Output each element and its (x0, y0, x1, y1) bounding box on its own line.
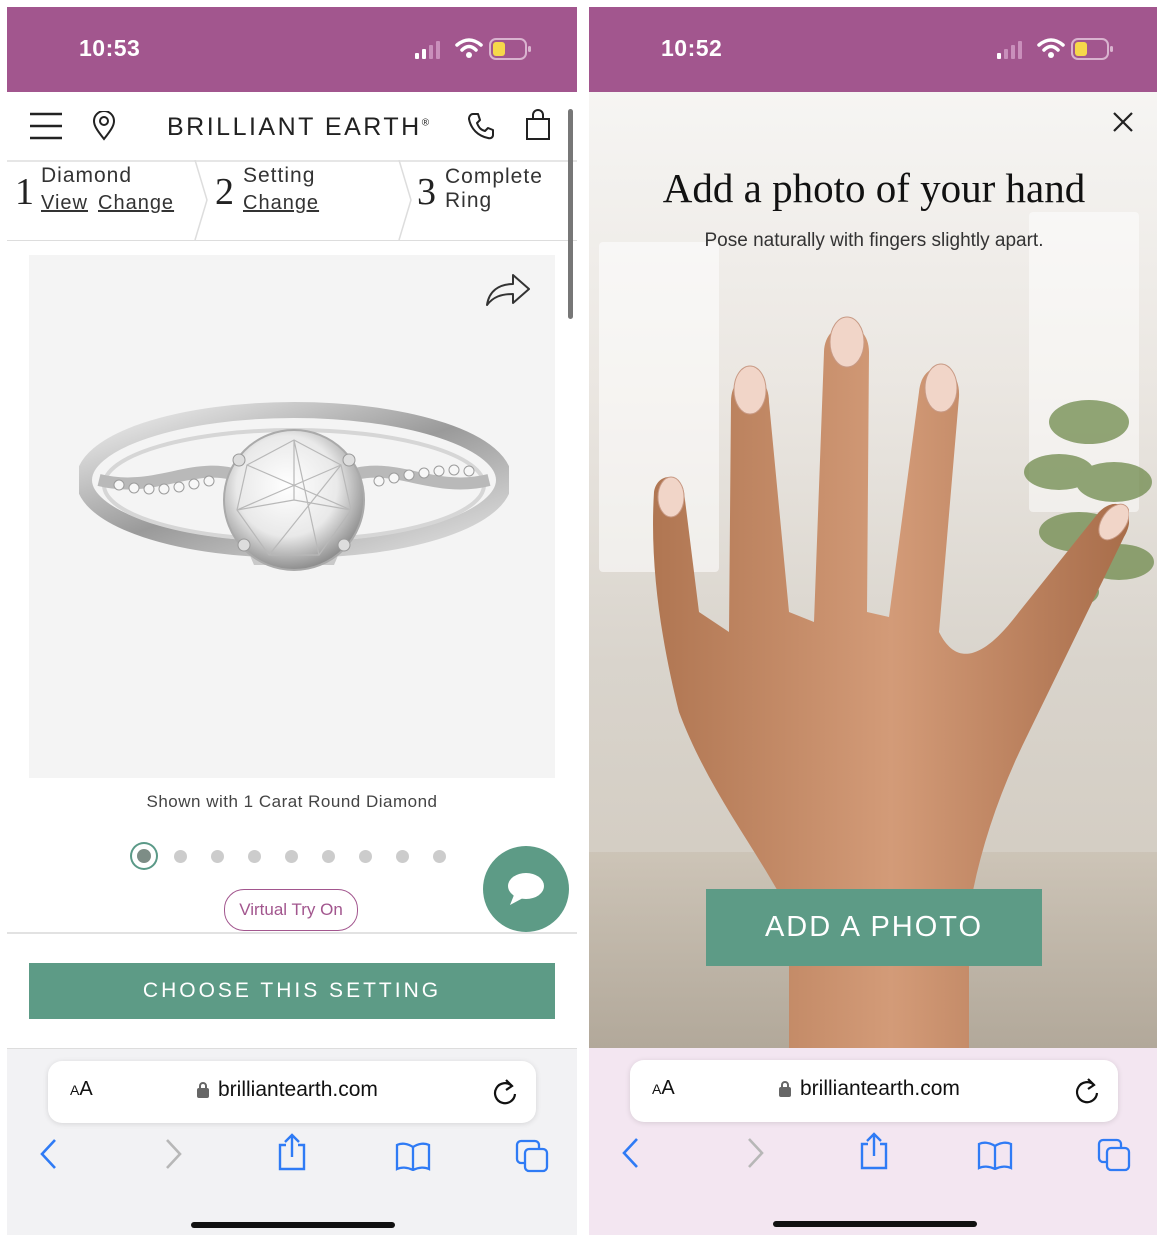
signal-icon (415, 41, 440, 59)
text-size-button[interactable]: AA (70, 1078, 93, 1101)
location-pin-icon[interactable] (92, 111, 116, 141)
address-bar[interactable]: AA brilliantearth.com (48, 1061, 536, 1123)
carousel-dot[interactable] (396, 850, 409, 863)
tabs-icon[interactable] (1097, 1138, 1131, 1172)
left-phone-screen: 10:53 BRILLIANT EARTH® 1 Diamond View Ch… (7, 7, 577, 1235)
back-chevron-icon[interactable] (621, 1137, 641, 1169)
browser-toolbar: AA brilliantearth.com (589, 1048, 1157, 1235)
wifi-icon (1037, 38, 1065, 58)
aa-big: A (79, 1078, 93, 1100)
engagement-ring-image (79, 402, 509, 571)
brand-logo[interactable]: BRILLIANT EARTH® (167, 113, 429, 142)
carousel-dot[interactable] (285, 850, 298, 863)
tabs-icon[interactable] (515, 1139, 549, 1173)
reload-icon[interactable] (492, 1078, 518, 1106)
divider (7, 932, 577, 934)
aa-small: A (70, 1082, 80, 1098)
product-image[interactable] (29, 255, 555, 778)
status-bar: 10:53 (7, 7, 577, 92)
carousel-dot[interactable] (211, 850, 224, 863)
brand-text: BRILLIANT EARTH (167, 113, 422, 141)
battery-icon (489, 38, 531, 60)
chat-button[interactable] (483, 846, 569, 932)
close-icon[interactable] (1111, 110, 1135, 134)
share-arrow-icon[interactable] (485, 271, 531, 307)
back-chevron-icon[interactable] (39, 1138, 59, 1170)
carousel-dots[interactable] (127, 837, 457, 877)
bookmarks-icon[interactable] (977, 1140, 1013, 1170)
carousel-dot[interactable] (248, 850, 261, 863)
chat-bubble-icon (508, 873, 544, 905)
url-host: brilliantearth.com (218, 1078, 378, 1101)
status-bar: 10:52 (589, 7, 1157, 92)
status-time: 10:52 (661, 35, 723, 61)
hand-photo-background: Add a photo of your hand Pose naturally … (589, 92, 1157, 1048)
aa-small: A (652, 1081, 662, 1097)
carousel-dot[interactable] (433, 850, 446, 863)
phone-icon[interactable] (467, 112, 495, 140)
lock-icon (779, 1081, 791, 1097)
carousel-dot[interactable] (137, 849, 151, 863)
shopping-bag-icon[interactable] (525, 109, 551, 141)
choose-setting-button[interactable]: CHOOSE THIS SETTING (29, 963, 555, 1019)
battery-icon (1071, 38, 1113, 60)
aa-big: A (661, 1077, 675, 1099)
text-size-button[interactable]: AA (652, 1077, 675, 1100)
forward-chevron-icon[interactable] (163, 1138, 183, 1170)
virtual-try-on-button[interactable]: Virtual Try On (224, 889, 358, 931)
browser-toolbar: AA brilliantearth.com (7, 1048, 577, 1235)
right-phone-screen: 10:52 Add a photo of your hand Pose natu… (589, 7, 1157, 1235)
menu-icon[interactable] (29, 112, 63, 140)
page-title: Add a photo of your hand (662, 165, 1086, 211)
share-icon[interactable] (859, 1132, 889, 1170)
step-dividers (7, 160, 577, 241)
status-time: 10:53 (79, 35, 141, 61)
page-subtitle: Pose naturally with fingers slightly apa… (704, 230, 1044, 251)
home-indicator[interactable] (191, 1222, 395, 1228)
forward-chevron-icon[interactable] (745, 1137, 765, 1169)
carousel-dot[interactable] (174, 850, 187, 863)
wifi-icon (455, 38, 483, 58)
reload-icon[interactable] (1074, 1077, 1100, 1105)
scrollbar[interactable] (568, 109, 573, 319)
address-bar[interactable]: AA brilliantearth.com (630, 1060, 1118, 1122)
carousel-dot[interactable] (359, 850, 372, 863)
brand-mark: ® (421, 117, 430, 129)
add-photo-button[interactable]: ADD A PHOTO (706, 889, 1042, 966)
image-caption: Shown with 1 Carat Round Diamond (146, 792, 438, 811)
lock-icon (197, 1082, 209, 1098)
bookmarks-icon[interactable] (395, 1141, 431, 1171)
url-host: brilliantearth.com (800, 1077, 960, 1100)
signal-icon (997, 41, 1022, 59)
carousel-dot[interactable] (322, 850, 335, 863)
home-indicator[interactable] (773, 1221, 977, 1227)
site-header: BRILLIANT EARTH® (7, 92, 577, 160)
share-icon[interactable] (277, 1133, 307, 1171)
